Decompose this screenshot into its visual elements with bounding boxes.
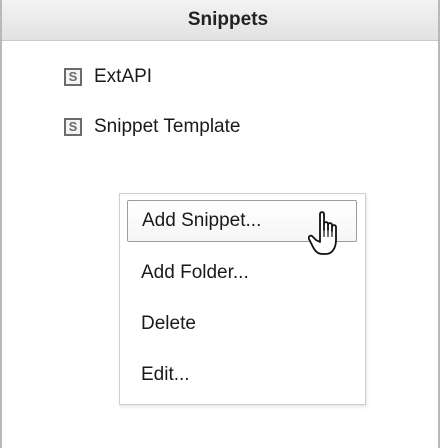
menu-item-add-folder[interactable]: Add Folder... bbox=[127, 255, 357, 291]
snippet-icon: S bbox=[64, 118, 82, 136]
snippet-label: ExtAPI bbox=[94, 66, 153, 87]
panel-title: Snippets bbox=[187, 9, 269, 30]
snippet-item-extapi[interactable]: S ExtAPI bbox=[64, 65, 152, 89]
menu-item-edit[interactable]: Edit... bbox=[127, 357, 357, 393]
snippet-icon: S bbox=[64, 68, 82, 86]
snippet-item-snippet-template[interactable]: S Snippet Template bbox=[64, 115, 240, 139]
panel-header: Snippets bbox=[2, 0, 438, 41]
snippet-label: Snippet Template bbox=[94, 116, 241, 137]
menu-item-delete[interactable]: Delete bbox=[127, 306, 357, 342]
hand-pointer-icon bbox=[308, 211, 337, 255]
